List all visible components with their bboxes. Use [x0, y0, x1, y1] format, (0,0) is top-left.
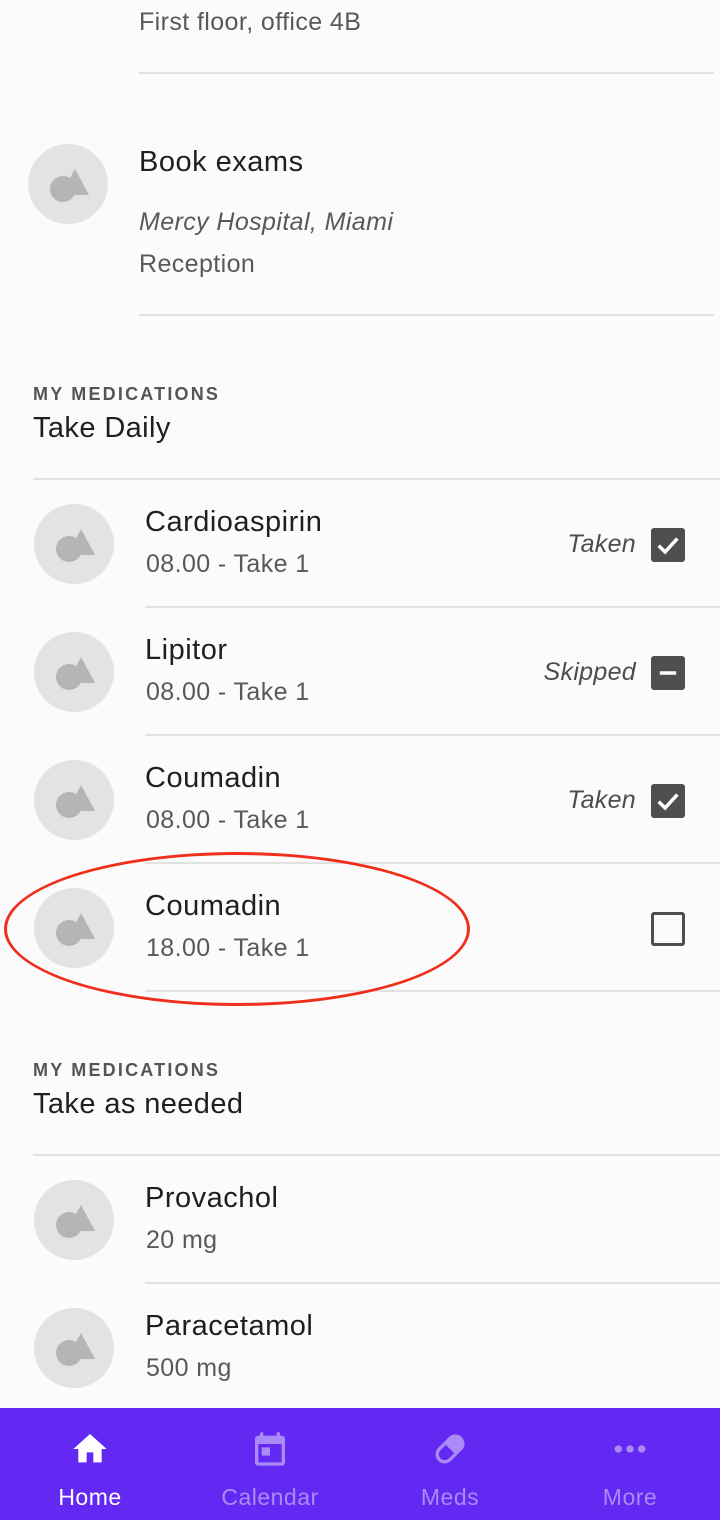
nav-label-calendar: Calendar	[221, 1484, 319, 1510]
medication-placeholder-icon	[34, 504, 114, 584]
check-icon	[657, 793, 679, 811]
section-title-take-daily: Take Daily	[33, 412, 171, 444]
medication-name: Cardioaspirin	[145, 506, 323, 538]
taken-checkbox-checked[interactable]	[651, 784, 685, 818]
hospital-location: Mercy Hospital, Miami	[139, 208, 394, 236]
medication-status: Skipped	[543, 658, 636, 686]
department-text: Reception	[139, 250, 256, 278]
check-icon	[657, 537, 679, 555]
medication-dose: 500 mg	[146, 1354, 232, 1382]
home-icon	[69, 1428, 111, 1470]
divider	[139, 72, 714, 74]
medication-placeholder-icon	[34, 1308, 114, 1388]
divider	[139, 314, 714, 316]
divider	[145, 990, 720, 992]
more-horizontal-icon	[609, 1428, 651, 1470]
minus-icon	[659, 671, 677, 675]
medication-placeholder-icon	[34, 1180, 114, 1260]
pill-icon	[429, 1428, 471, 1470]
taken-checkbox-checked[interactable]	[651, 528, 685, 562]
medication-name: Coumadin	[145, 890, 282, 922]
medication-placeholder-icon	[34, 632, 114, 712]
medication-name: Coumadin	[145, 762, 282, 794]
medication-status: Taken	[567, 530, 636, 558]
medication-row-lipitor[interactable]: Lipitor 08.00 - Take 1 Skipped	[0, 608, 720, 734]
medication-schedule: 08.00 - Take 1	[146, 806, 310, 834]
shapes-placeholder-icon	[28, 144, 108, 224]
nav-label-meds: Meds	[420, 1484, 480, 1510]
book-exams-title: Book exams	[139, 146, 304, 178]
nav-item-meds[interactable]: Meds	[360, 1408, 540, 1520]
medication-row-provachol[interactable]: Provachol 20 mg	[0, 1156, 720, 1282]
medication-placeholder-icon	[34, 760, 114, 840]
medication-schedule: 08.00 - Take 1	[146, 678, 310, 706]
section-overline: MY MEDICATIONS	[33, 1060, 221, 1080]
medication-placeholder-icon	[34, 888, 114, 968]
calendar-icon	[249, 1428, 291, 1470]
section-overline: MY MEDICATIONS	[33, 384, 221, 404]
skipped-checkbox-indeterminate[interactable]	[651, 656, 685, 690]
medication-schedule: 18.00 - Take 1	[146, 934, 310, 962]
medication-name: Provachol	[145, 1182, 279, 1214]
bottom-navigation-bar: Home Calendar Meds More	[0, 1408, 720, 1520]
medication-name: Lipitor	[145, 634, 228, 666]
book-exams-item[interactable]: Book exams Mercy Hospital, Miami Recepti…	[0, 100, 720, 314]
nav-item-home[interactable]: Home	[0, 1408, 180, 1520]
medication-row-coumadin-evening[interactable]: Coumadin 18.00 - Take 1	[0, 864, 720, 990]
nav-item-more[interactable]: More	[540, 1408, 720, 1520]
nav-label-home: Home	[58, 1484, 122, 1510]
office-location-text: First floor, office 4B	[139, 8, 362, 36]
medication-status: Taken	[567, 786, 636, 814]
nav-label-more: More	[602, 1484, 658, 1510]
dose-checkbox-unchecked[interactable]	[651, 912, 685, 946]
medication-dose: 20 mg	[146, 1226, 218, 1254]
medication-schedule: 08.00 - Take 1	[146, 550, 310, 578]
section-title-take-as-needed: Take as needed	[33, 1088, 244, 1120]
nav-item-calendar[interactable]: Calendar	[180, 1408, 360, 1520]
medication-row-paracetamol[interactable]: Paracetamol 500 mg	[0, 1284, 720, 1408]
medication-name: Paracetamol	[145, 1310, 314, 1342]
medication-row-coumadin-morning[interactable]: Coumadin 08.00 - Take 1 Taken	[0, 736, 720, 862]
medication-row-cardioaspirin[interactable]: Cardioaspirin 08.00 - Take 1 Taken	[0, 480, 720, 606]
